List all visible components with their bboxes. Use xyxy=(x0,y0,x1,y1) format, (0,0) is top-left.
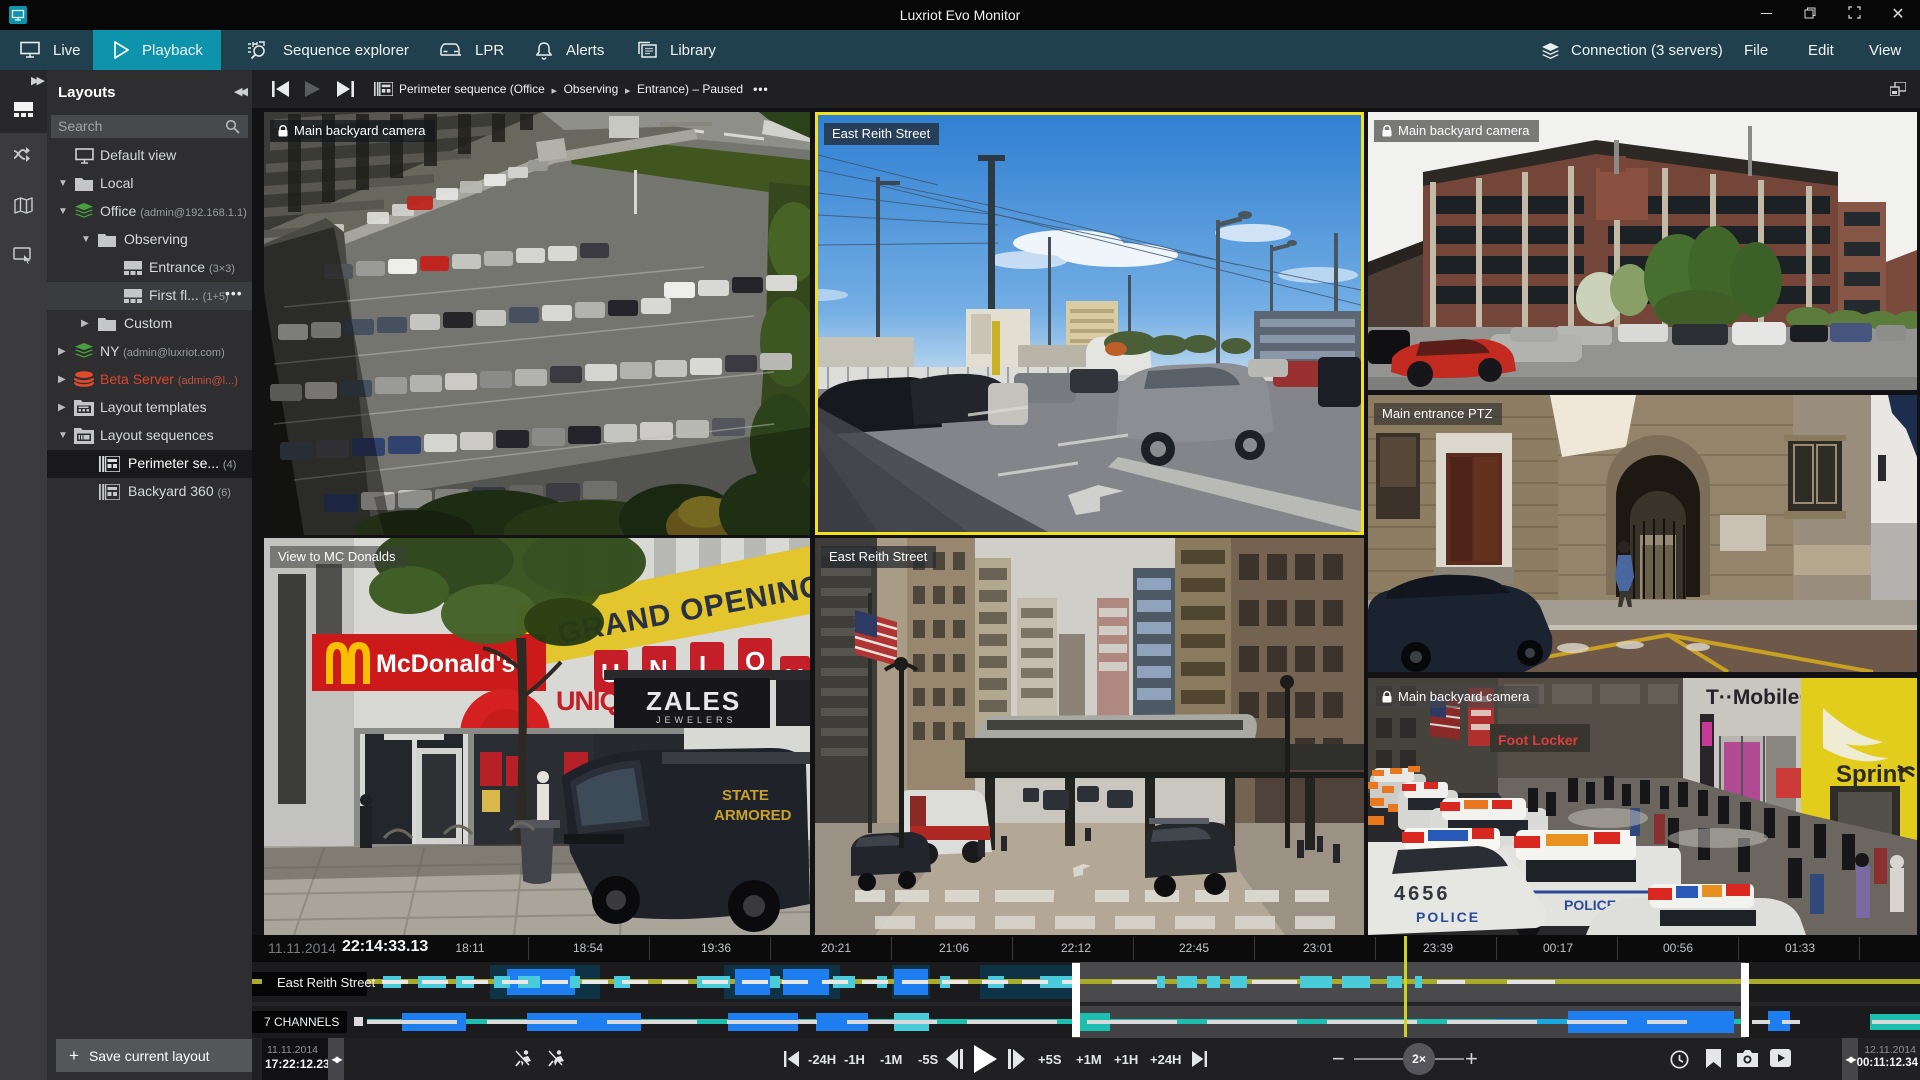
svg-text:Sprint: Sprint xyxy=(1836,761,1905,788)
svg-text:ZALES: ZALES xyxy=(646,686,741,716)
svg-text:ARMORED: ARMORED xyxy=(714,807,792,824)
svg-text:Foot Locker: Foot Locker xyxy=(1498,732,1579,748)
svg-text:STATE: STATE xyxy=(722,787,769,804)
svg-text:POLICE: POLICE xyxy=(1416,909,1480,925)
svg-text:JEWELERS: JEWELERS xyxy=(656,715,737,725)
svg-text:McDonald's: McDonald's xyxy=(376,650,515,678)
svg-text:T··Mobile·: T··Mobile· xyxy=(1706,686,1806,709)
svg-text:4656: 4656 xyxy=(1394,883,1451,905)
